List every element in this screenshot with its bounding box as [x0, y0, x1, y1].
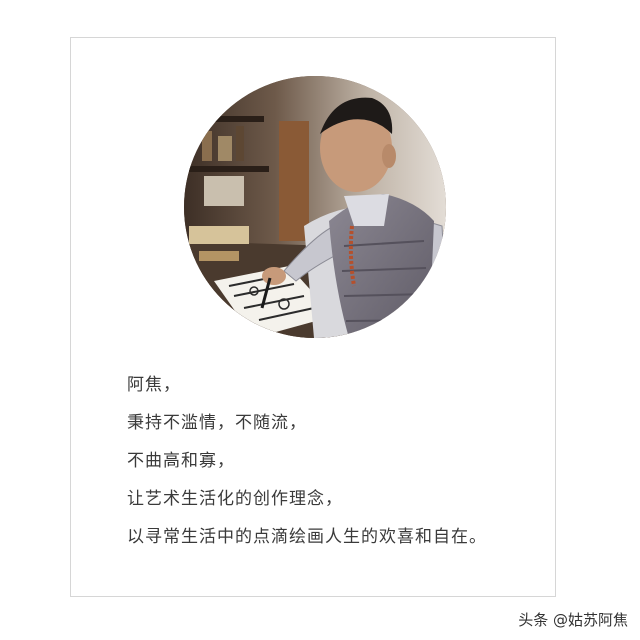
poem-line: 不曲高和寡，: [127, 451, 235, 471]
poem-line: 以寻常生活中的点滴绘画人生的欢喜和自在。: [127, 527, 487, 547]
source-watermark: 头条 @姑苏阿焦: [518, 611, 628, 629]
artist-portrait-photo: [184, 76, 446, 338]
poem-line: 阿焦，: [127, 375, 181, 395]
poem-line: 秉持不滥情，不随流，: [127, 413, 307, 433]
poem-line: 让艺术生活化的创作理念，: [127, 489, 343, 509]
page: 阿焦， 秉持不滥情，不随流， 不曲高和寡， 让艺术生活化的创作理念， 以寻常生活…: [0, 0, 640, 640]
profile-card: 阿焦， 秉持不滥情，不随流， 不曲高和寡， 让艺术生活化的创作理念， 以寻常生活…: [70, 37, 556, 597]
portrait-illustration: [184, 76, 446, 338]
poem-text: 阿焦， 秉持不滥情，不随流， 不曲高和寡， 让艺术生活化的创作理念， 以寻常生活…: [127, 366, 547, 556]
